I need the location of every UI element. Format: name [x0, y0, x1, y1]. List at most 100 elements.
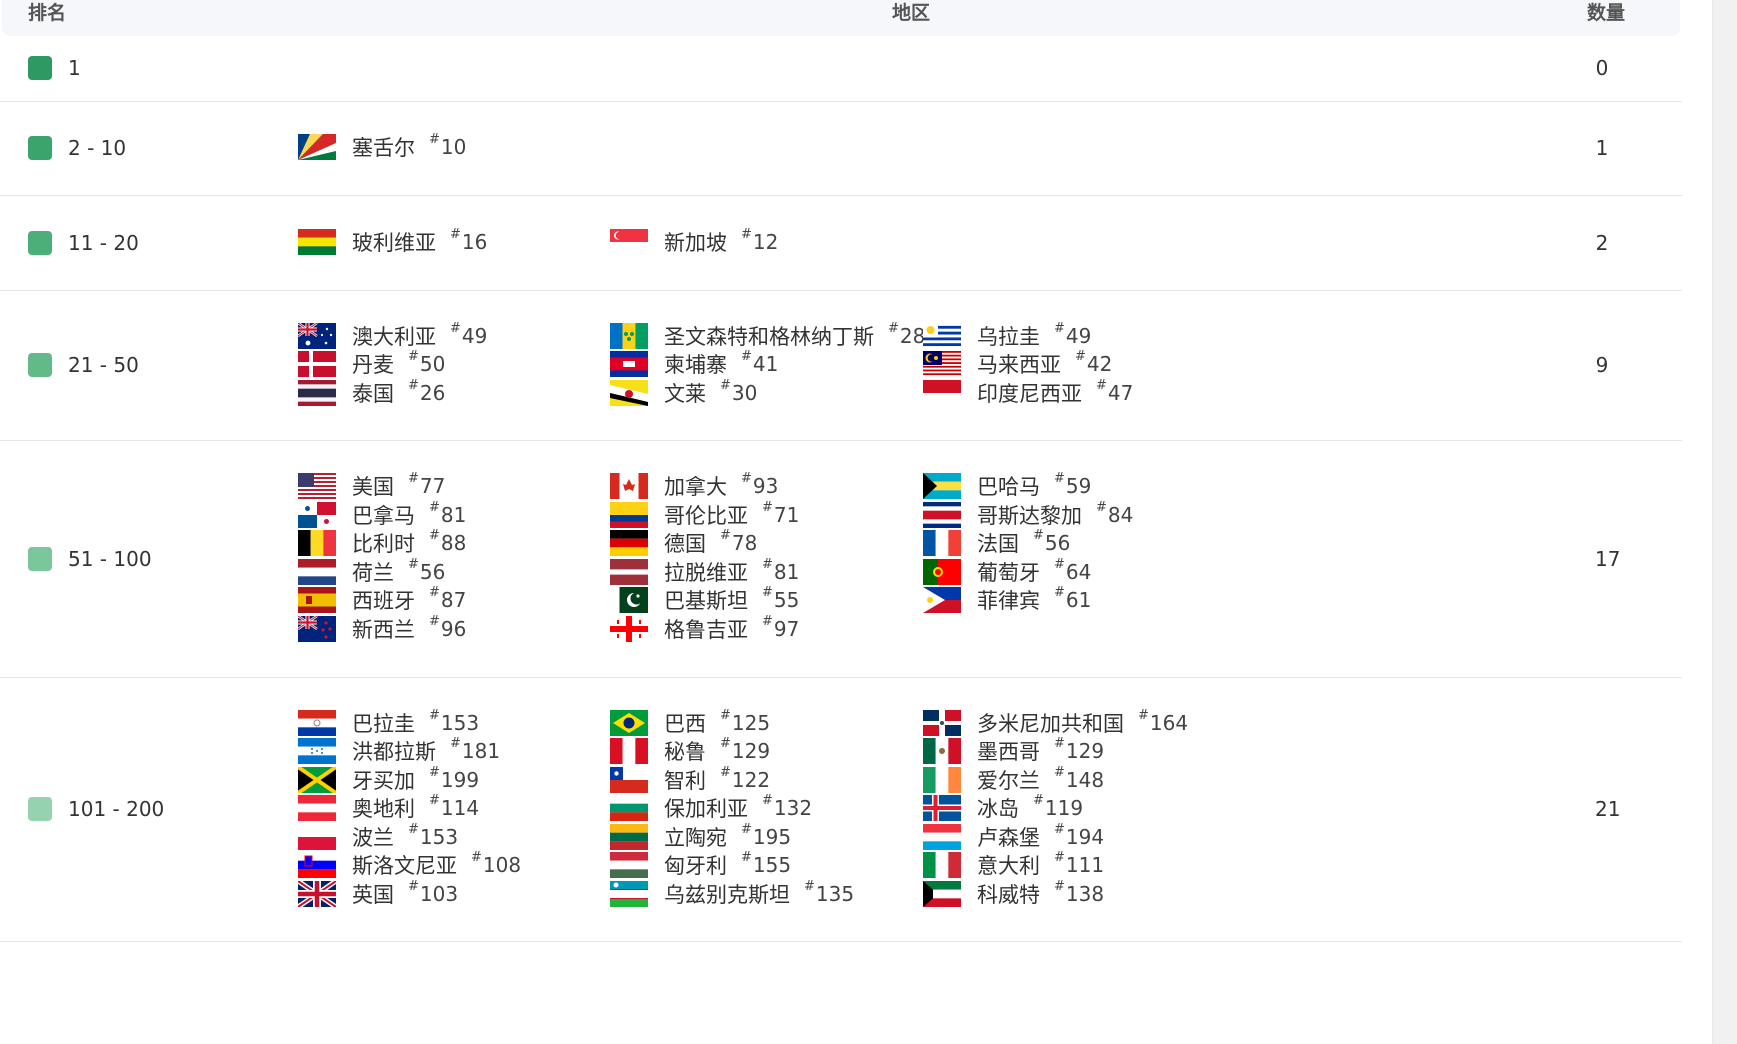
country-item[interactable]: 德国 #78: [610, 528, 799, 558]
country-item[interactable]: 西班牙 #87: [298, 585, 466, 615]
country-name: 菲律宾: [977, 589, 1040, 614]
country-item[interactable]: 奥地利 #114: [298, 793, 521, 823]
country-item[interactable]: 拉脱维亚 #81: [610, 557, 799, 587]
country-item[interactable]: 乌拉圭 #49: [923, 321, 1133, 350]
country-rank: #59: [1054, 471, 1091, 498]
scrollbar-track[interactable]: [1712, 0, 1737, 1044]
country-rank-value: 93: [752, 474, 779, 499]
region-column: 美国 #77 巴拿马 #81 比利时 #88 荷兰 #56 西班牙 #87 新西兰 #96: [297, 471, 467, 644]
country-item[interactable]: 丹麦 #50: [298, 349, 487, 379]
count-value: 2: [1595, 230, 1609, 255]
country-item[interactable]: 印度尼西亚 #47: [923, 378, 1133, 407]
country-item[interactable]: 菲律宾 #61: [923, 585, 1133, 615]
country-item[interactable]: 泰国 #26: [298, 378, 487, 407]
rank-range-label: 21 - 50: [68, 353, 139, 377]
rank-color-swatch: [28, 353, 52, 377]
rank-range-label: 11 - 20: [68, 230, 139, 255]
hash-symbol: #: [762, 793, 773, 808]
country-item[interactable]: 爱尔兰 #148: [923, 765, 1188, 794]
country-rank: #16: [450, 227, 487, 254]
country-rank-value: 88: [440, 531, 467, 556]
country-name: 哥伦比亚: [664, 503, 748, 528]
hash-symbol: #: [762, 613, 773, 629]
hash-symbol: #: [1075, 349, 1086, 364]
country-item[interactable]: 卢森堡 #194: [923, 822, 1188, 851]
country-item[interactable]: 柬埔寨 #41: [610, 349, 925, 379]
region-column: 乌拉圭 #49 马来西亚 #42 印度尼西亚 #47: [923, 321, 1133, 407]
lithuania-flag-icon: [610, 823, 648, 850]
country-item[interactable]: 墨西哥 #129: [923, 736, 1188, 766]
country-name: 乌拉圭: [977, 324, 1040, 349]
country-rank-value: 12: [752, 229, 779, 254]
country-rank-value: 26: [419, 380, 446, 405]
country-rank: #114: [429, 793, 479, 820]
country-rank: #164: [1138, 708, 1188, 735]
country-rank: #49: [450, 321, 488, 348]
country-item[interactable]: 巴哈马 #59: [923, 471, 1133, 501]
country-item[interactable]: 洪都拉斯 #181: [298, 736, 521, 766]
country-item[interactable]: 科威特 #138: [923, 879, 1188, 908]
country-name: 荷兰: [352, 560, 394, 585]
germany-flag-icon: [610, 530, 648, 557]
country-name: 泰国: [352, 381, 394, 406]
hash-symbol: #: [408, 556, 419, 572]
country-name: 匈牙利: [664, 854, 727, 878]
rank-range-label: 101 - 200: [68, 797, 165, 821]
country-item[interactable]: 哥伦比亚 #71: [610, 500, 799, 530]
country-item[interactable]: 巴拿马 #81: [298, 500, 466, 530]
country-rank-value: 61: [1065, 588, 1092, 613]
country-item[interactable]: 玻利维亚 #16: [298, 227, 487, 256]
country-item[interactable]: 乌兹别克斯坦 #135: [610, 879, 854, 908]
country-item[interactable]: 巴基斯坦 #55: [610, 585, 799, 615]
bulgaria-flag-icon: [610, 795, 648, 821]
hash-symbol: #: [1096, 499, 1107, 515]
country-name: 保加利亚: [664, 797, 748, 821]
country-item[interactable]: 英国 #103: [296, 878, 521, 909]
country-item[interactable]: 加拿大 #93: [610, 471, 799, 501]
country-item[interactable]: 巴拉圭 #153: [298, 708, 521, 737]
country-rank: #81: [762, 557, 799, 584]
country-item[interactable]: 荷兰 #56: [298, 556, 466, 587]
country-item[interactable]: 斯洛文尼亚 #108: [298, 850, 521, 880]
table-row: 2 - 10 塞舌尔 #10 1: [0, 101, 1682, 196]
country-item[interactable]: 匈牙利 #155: [610, 850, 854, 880]
country-item[interactable]: 波兰 #153: [298, 822, 521, 851]
country-item[interactable]: 文莱 #30: [610, 378, 925, 407]
bahamas-flag-icon: [923, 473, 961, 500]
country-rank: #87: [429, 585, 466, 612]
country-item[interactable]: 智利 #122: [610, 765, 854, 794]
country-item[interactable]: 马来西亚 #42: [923, 349, 1133, 379]
country-item[interactable]: 秘鲁 #129: [610, 736, 854, 766]
country-rank-value: 111: [1065, 853, 1105, 877]
country-item[interactable]: 塞舌尔 #10: [298, 132, 466, 162]
hash-symbol: #: [720, 764, 731, 780]
country-item[interactable]: 新西兰 #96: [297, 614, 466, 644]
country-item[interactable]: 圣文森特和格林纳丁斯 #28: [610, 321, 925, 350]
country-item[interactable]: 立陶宛 #195: [610, 822, 854, 851]
country-rank-value: 49: [1065, 323, 1092, 348]
country-item[interactable]: 保加利亚 #132: [610, 793, 854, 823]
country-rank: #135: [804, 879, 854, 906]
country-name: 德国: [664, 532, 706, 557]
country-item[interactable]: 多米尼加共和国 #164: [923, 708, 1188, 737]
rank-cell: 51 - 100: [28, 546, 152, 571]
rank-cell: 2 - 10: [28, 136, 126, 160]
hash-symbol: #: [720, 377, 731, 393]
country-item[interactable]: 冰岛 #119: [923, 793, 1188, 823]
country-rank-value: 64: [1065, 559, 1092, 584]
country-item[interactable]: 新加坡 #12: [610, 227, 778, 256]
country-rank: #119: [1033, 793, 1083, 820]
country-item[interactable]: 法国 #56: [923, 528, 1133, 558]
country-rank-value: 49: [461, 323, 488, 348]
country-rank: #138: [1054, 879, 1104, 906]
country-item[interactable]: 哥斯达黎加 #84: [923, 499, 1133, 530]
country-item[interactable]: 比利时 #88: [298, 528, 467, 558]
country-item[interactable]: 澳大利亚 #49: [297, 321, 488, 350]
country-item[interactable]: 美国 #77: [298, 471, 466, 501]
bolivia-flag-icon: [298, 228, 336, 255]
country-item[interactable]: 格鲁吉亚 #97: [610, 613, 799, 644]
country-item[interactable]: 葡萄牙 #64: [923, 557, 1133, 587]
country-item[interactable]: 牙买加 #199: [296, 765, 521, 795]
country-item[interactable]: 意大利 #111: [923, 850, 1188, 880]
country-item[interactable]: 巴西 #125: [610, 708, 854, 737]
